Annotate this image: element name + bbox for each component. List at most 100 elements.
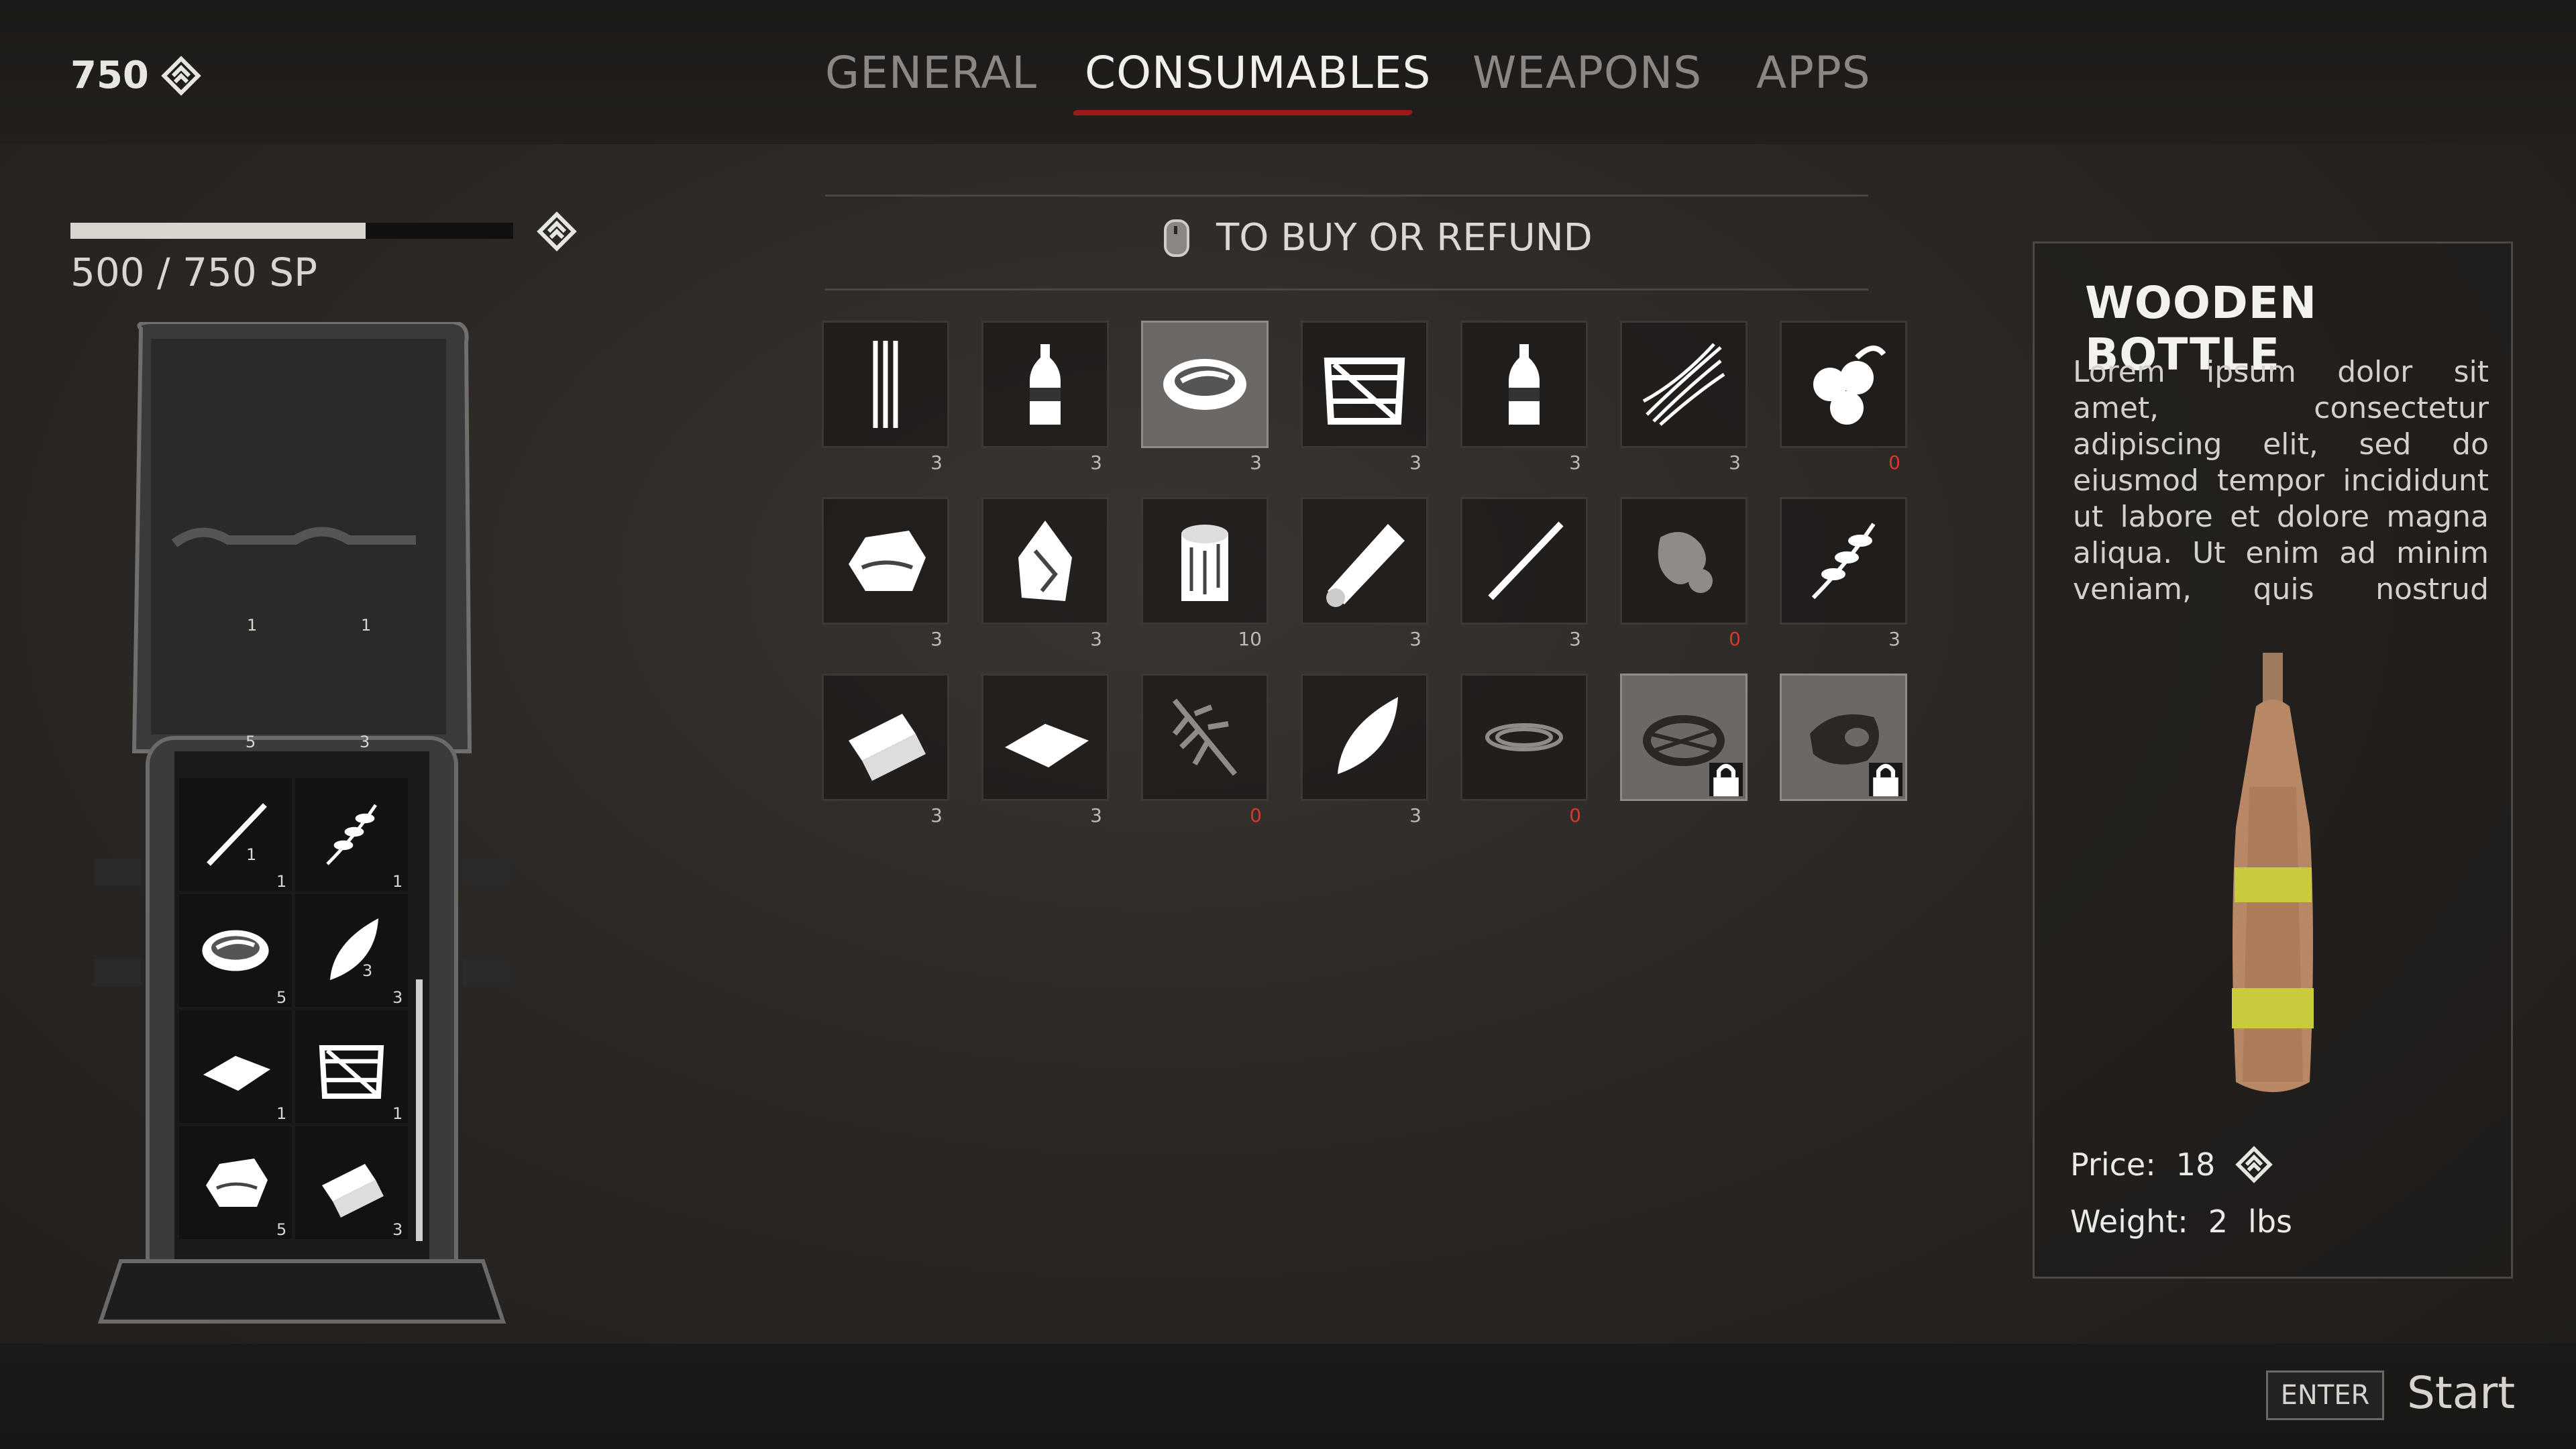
stick-icon <box>207 803 267 866</box>
backpack-slot-qty: 5 <box>276 1220 287 1239</box>
backpack-slot[interactable] <box>295 778 408 891</box>
item-slot[interactable] <box>1780 674 1907 801</box>
divider <box>825 288 1868 290</box>
skill-points-bar-fill <box>70 223 366 239</box>
item-quantity: 0 <box>1729 628 1741 650</box>
lock-icon <box>1709 763 1743 796</box>
item-slot[interactable] <box>981 674 1109 801</box>
backpack-slot[interactable] <box>179 1126 292 1239</box>
pine-branch-icon <box>1172 698 1238 776</box>
item-slot[interactable] <box>1301 321 1428 448</box>
item-quantity: 3 <box>1729 451 1741 474</box>
ginger-root-icon <box>1658 532 1713 593</box>
item-slot[interactable] <box>822 321 949 448</box>
item-slot[interactable] <box>1780 321 1907 448</box>
backpack-slot-qty: 1 <box>276 872 287 891</box>
item-stats: Price: 18 Weight: 2 lbs <box>2070 1146 2292 1260</box>
item-quantity: 3 <box>1409 628 1421 650</box>
bottle-icon <box>1509 344 1540 425</box>
stick-icon <box>1488 521 1564 600</box>
backpack-slot-qty: 3 <box>392 988 403 1007</box>
active-tab-indicator <box>1072 110 1413 115</box>
bowl-icon <box>202 930 269 971</box>
price-label: Price: <box>2070 1146 2156 1183</box>
backpack-slot-qty: 1 <box>392 872 403 891</box>
item-slot[interactable] <box>1141 674 1269 801</box>
item-quantity: 3 <box>1090 451 1102 474</box>
skill-point-icon <box>2235 1146 2273 1183</box>
backpack-slot[interactable] <box>179 894 292 1007</box>
lock-icon <box>1869 763 1902 796</box>
firewood-icon <box>322 1164 384 1218</box>
item-quantity: 3 <box>1409 804 1421 826</box>
item-quantity: 3 <box>930 451 943 474</box>
backpack-slot-qty: 5 <box>276 988 287 1007</box>
item-slot[interactable] <box>981 497 1109 625</box>
item-slot[interactable] <box>1780 497 1907 625</box>
start-button[interactable]: Start <box>2407 1367 2515 1419</box>
item-quantity: 3 <box>1888 628 1900 650</box>
item-slot[interactable] <box>1620 497 1748 625</box>
item-quantity: 10 <box>1238 628 1262 650</box>
weight-label: Weight: <box>2070 1203 2188 1240</box>
backpack-slot-qty: 3 <box>362 961 373 980</box>
item-quantity: 3 <box>1090 804 1102 826</box>
backpack-slot-qty: 1 <box>276 1104 287 1123</box>
backpack-lid-qty: 1 <box>361 616 372 635</box>
flint-icon <box>1018 521 1072 601</box>
tab-apps[interactable]: APPS <box>1756 47 1871 99</box>
plastic-bottle-icon <box>1030 344 1061 425</box>
currency-display: 750 <box>70 54 201 97</box>
tab-weapons[interactable]: WEAPONS <box>1472 47 1702 99</box>
enter-key-hint[interactable]: ENTER <box>2266 1371 2384 1420</box>
weight-unit: lbs <box>2248 1203 2292 1240</box>
item-slot[interactable] <box>1301 674 1428 801</box>
sticks-icon <box>873 341 898 428</box>
backpack-slot[interactable] <box>179 778 292 891</box>
backpack-slot-qty: 1 <box>246 845 257 864</box>
log-stump-icon <box>1181 525 1228 601</box>
item-quantity: 3 <box>1250 451 1262 474</box>
item-description: Lorem ipsum dolor sit amet, consectetur … <box>2073 355 2489 609</box>
item-slot[interactable] <box>1620 674 1748 801</box>
backpack-slot[interactable] <box>295 894 408 1007</box>
backpack-row-qty: 5 <box>246 733 256 751</box>
item-quantity: 0 <box>1250 804 1262 826</box>
divider <box>825 195 1868 197</box>
item-slot[interactable] <box>1141 497 1269 625</box>
paper-icon <box>1005 724 1089 767</box>
backpack-slot-qty: 3 <box>392 1220 403 1239</box>
skill-points-bar <box>70 223 513 239</box>
item-quantity: 3 <box>1569 451 1581 474</box>
log-icon <box>1326 524 1405 607</box>
item-slot[interactable] <box>1141 321 1269 448</box>
item-slot[interactable] <box>981 321 1109 448</box>
backpack-slot[interactable] <box>295 1126 408 1239</box>
item-slot[interactable] <box>822 674 949 801</box>
item-quantity: 3 <box>1090 628 1102 650</box>
tab-consumables[interactable]: CONSUMABLES <box>1085 47 1431 99</box>
item-quantity: 3 <box>930 804 943 826</box>
backpack-slot[interactable] <box>295 1010 408 1123</box>
item-slot[interactable] <box>1460 321 1588 448</box>
item-slot[interactable] <box>822 497 949 625</box>
crate-icon <box>1324 358 1405 425</box>
mouse-icon <box>1164 219 1189 257</box>
item-slot[interactable] <box>1460 674 1588 801</box>
item-slot[interactable] <box>1301 497 1428 625</box>
currency-amount: 750 <box>70 54 149 97</box>
item-quantity: 3 <box>1569 628 1581 650</box>
item-slot[interactable] <box>1620 321 1748 448</box>
backpack-slot[interactable] <box>179 1010 292 1123</box>
berries-icon <box>1813 345 1886 425</box>
tab-general[interactable]: GENERAL <box>825 47 1037 99</box>
leaf-icon <box>330 918 378 980</box>
item-slot[interactable] <box>1460 497 1588 625</box>
rock-icon <box>206 1159 268 1207</box>
item-quantity: 3 <box>1409 451 1421 474</box>
item-quantity: 0 <box>1569 804 1581 826</box>
weight-value: 2 <box>2208 1203 2229 1240</box>
fiber-icon <box>1642 343 1725 426</box>
bowl-icon <box>1163 359 1246 410</box>
wooden-bottle-image <box>2232 653 2314 1092</box>
